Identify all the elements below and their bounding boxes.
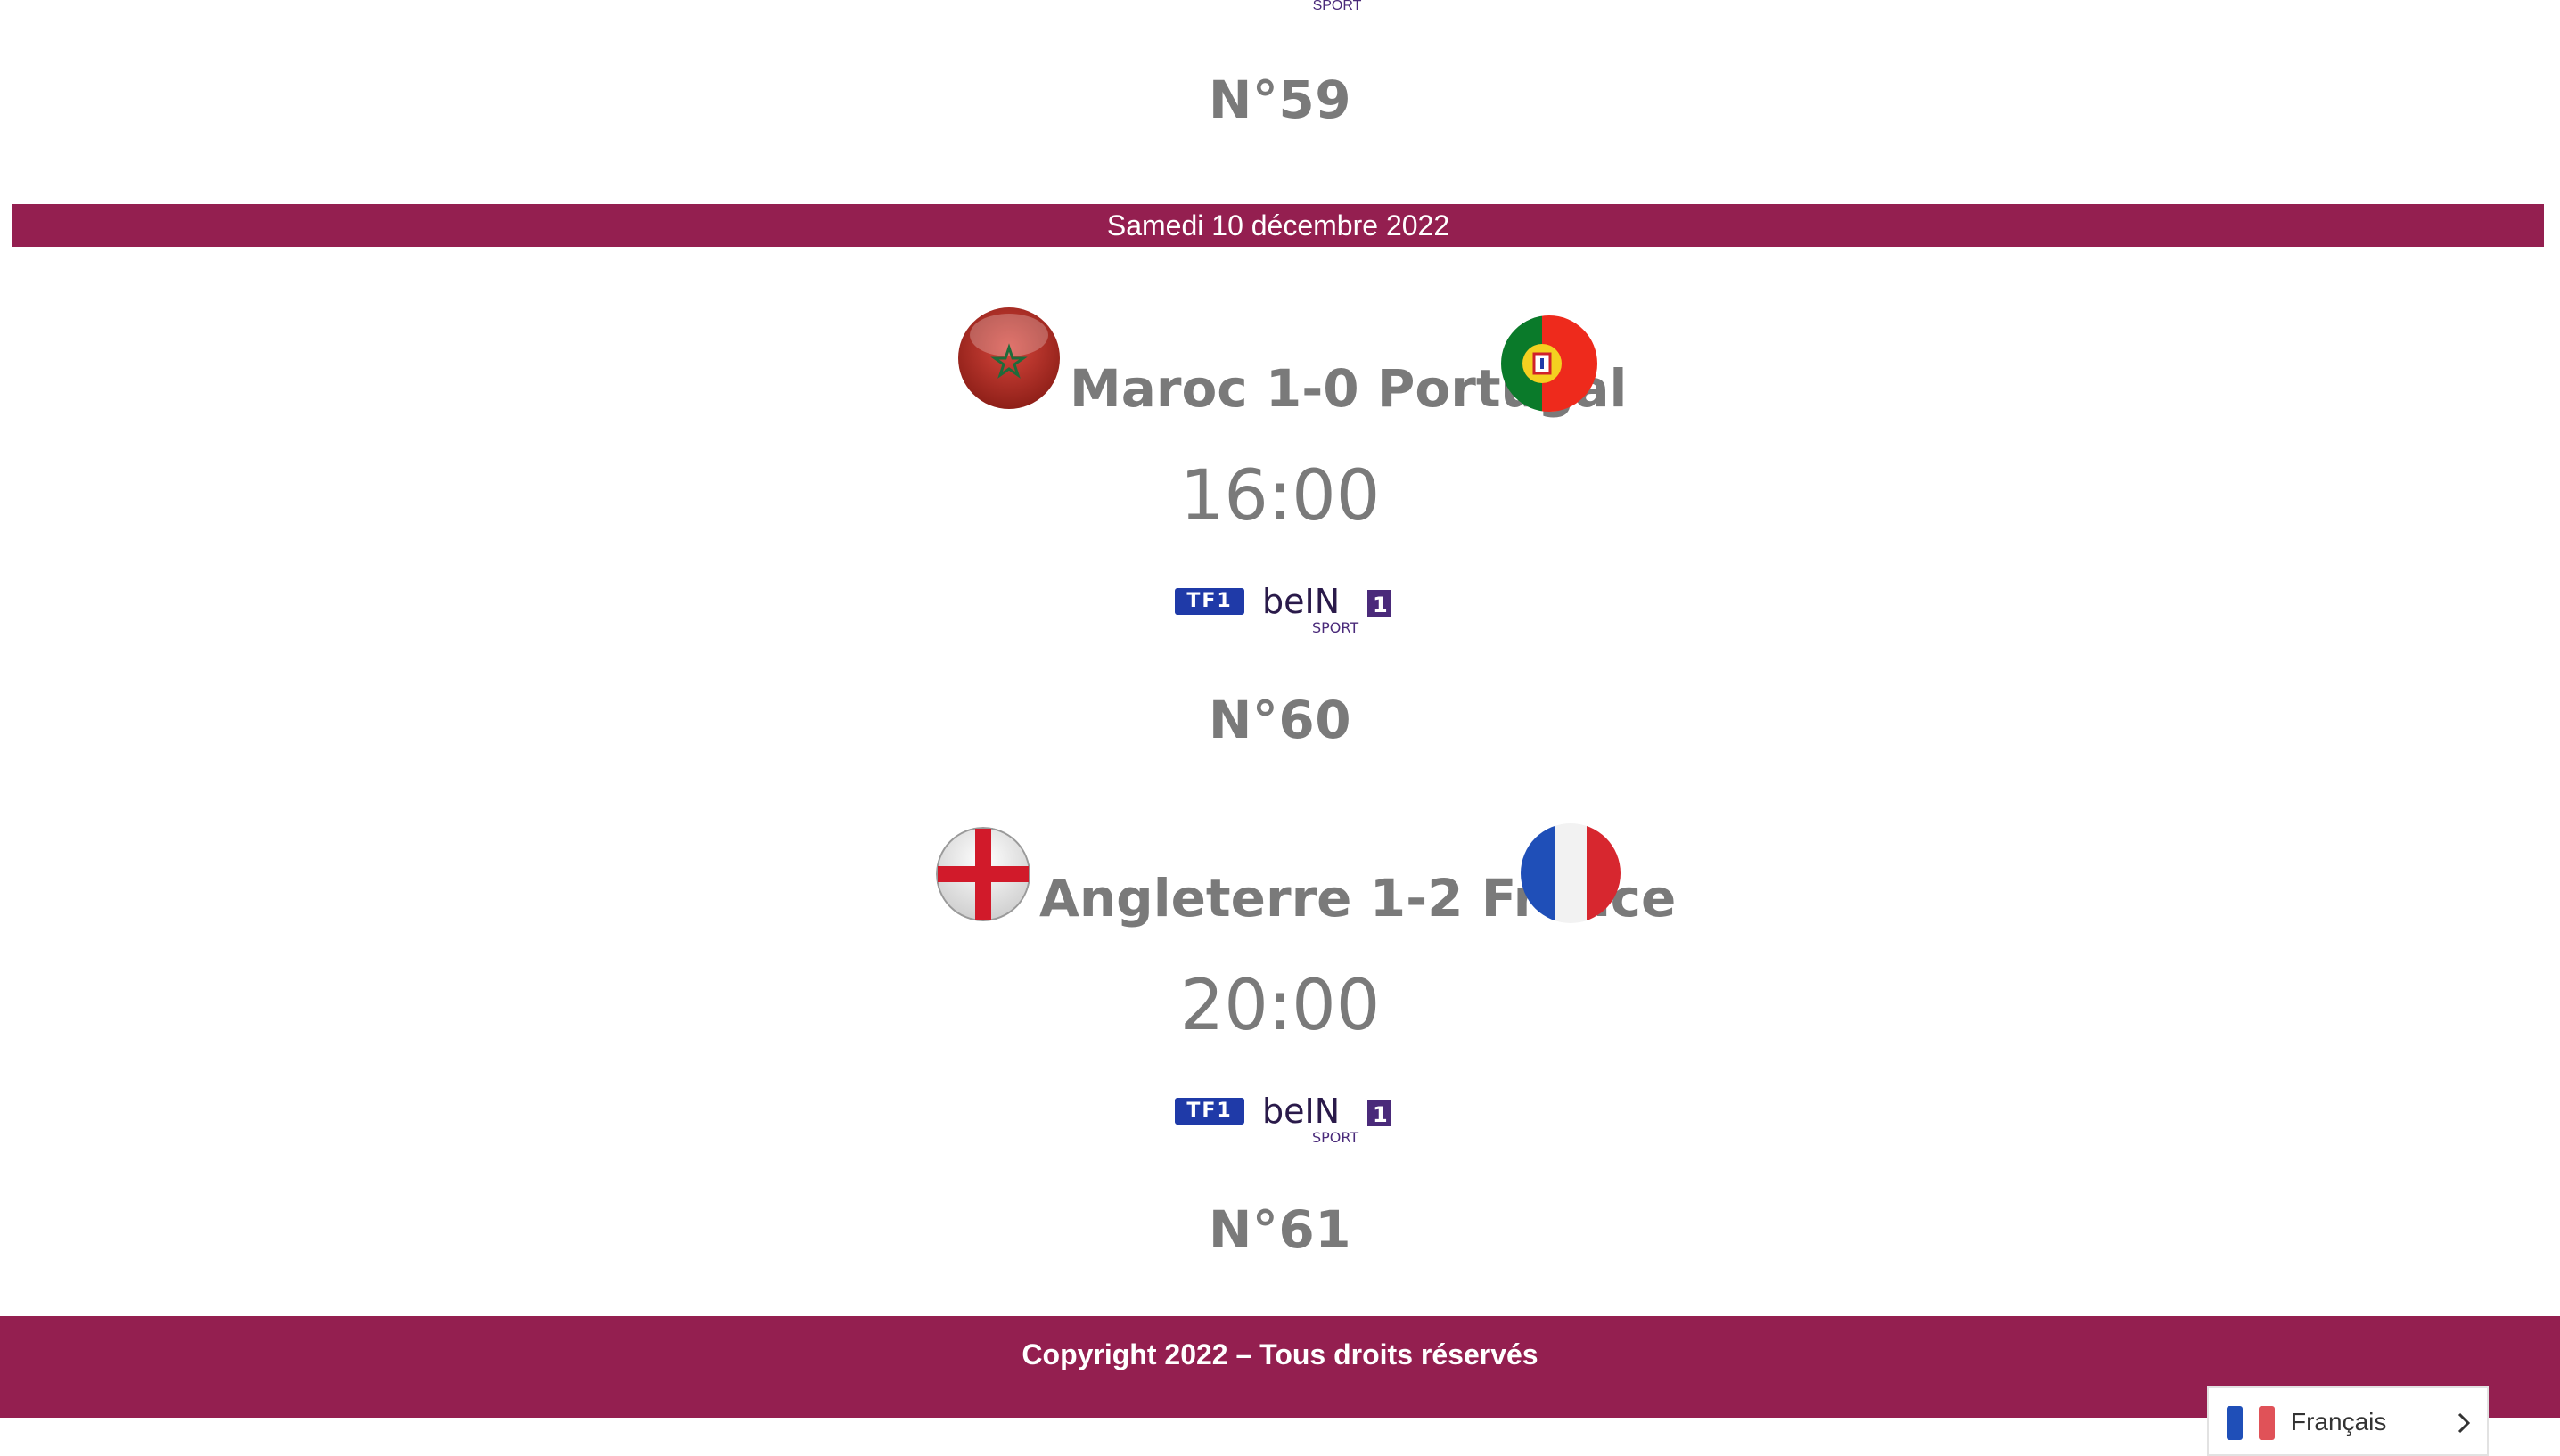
morocco-flag-icon bbox=[957, 307, 1061, 410]
language-label: Français bbox=[2291, 1408, 2387, 1436]
broadcast-channels: TF1 beIN 1 SPORT bbox=[1175, 1092, 1398, 1144]
svg-text:beIN: beIN bbox=[1262, 1092, 1340, 1131]
england-flag-icon bbox=[936, 827, 1030, 921]
chevron-right-icon bbox=[2457, 1412, 2471, 1434]
france-flag-icon bbox=[1521, 823, 1621, 923]
kickoff-time: 16:00 bbox=[1179, 456, 1381, 536]
portugal-flag-icon bbox=[1501, 315, 1597, 412]
tf1-logo-icon: TF1 bbox=[1175, 588, 1244, 615]
match-number: N°59 bbox=[1208, 70, 1352, 130]
svg-text:SPORT: SPORT bbox=[1312, 1129, 1358, 1144]
tf1-logo-icon: TF1 bbox=[1175, 1098, 1244, 1125]
bein-sport-label: SPORT bbox=[1312, 0, 1362, 13]
svg-text:SPORT: SPORT bbox=[1312, 619, 1358, 634]
bein-sport-logo-icon: beIN 1 SPORT bbox=[1262, 1092, 1391, 1144]
france-flag-icon bbox=[2227, 1406, 2275, 1440]
site-footer: Copyright 2022 – Tous droits réservés bbox=[0, 1316, 2560, 1418]
copyright-text: Copyright 2022 – Tous droits réservés bbox=[1022, 1338, 1538, 1370]
bein-sport-logo-icon: beIN 1 SPORT bbox=[1262, 583, 1391, 634]
svg-text:1: 1 bbox=[1373, 593, 1388, 618]
language-selector[interactable]: Français bbox=[2207, 1386, 2489, 1456]
bein-logo-partial: SPORT bbox=[1310, 0, 1364, 14]
svg-text:beIN: beIN bbox=[1262, 583, 1340, 621]
kickoff-time: 20:00 bbox=[1179, 966, 1381, 1046]
date-header: Samedi 10 décembre 2022 bbox=[12, 204, 2544, 247]
match-number: N°61 bbox=[1208, 1199, 1352, 1260]
match-title: Maroc 1-0 Portugal bbox=[1070, 358, 1628, 419]
match-number: N°60 bbox=[1208, 690, 1352, 750]
broadcast-channels: TF1 beIN 1 SPORT bbox=[1175, 583, 1398, 634]
match-title: Angleterre 1-2 France bbox=[1039, 868, 1677, 928]
svg-text:1: 1 bbox=[1373, 1102, 1388, 1127]
